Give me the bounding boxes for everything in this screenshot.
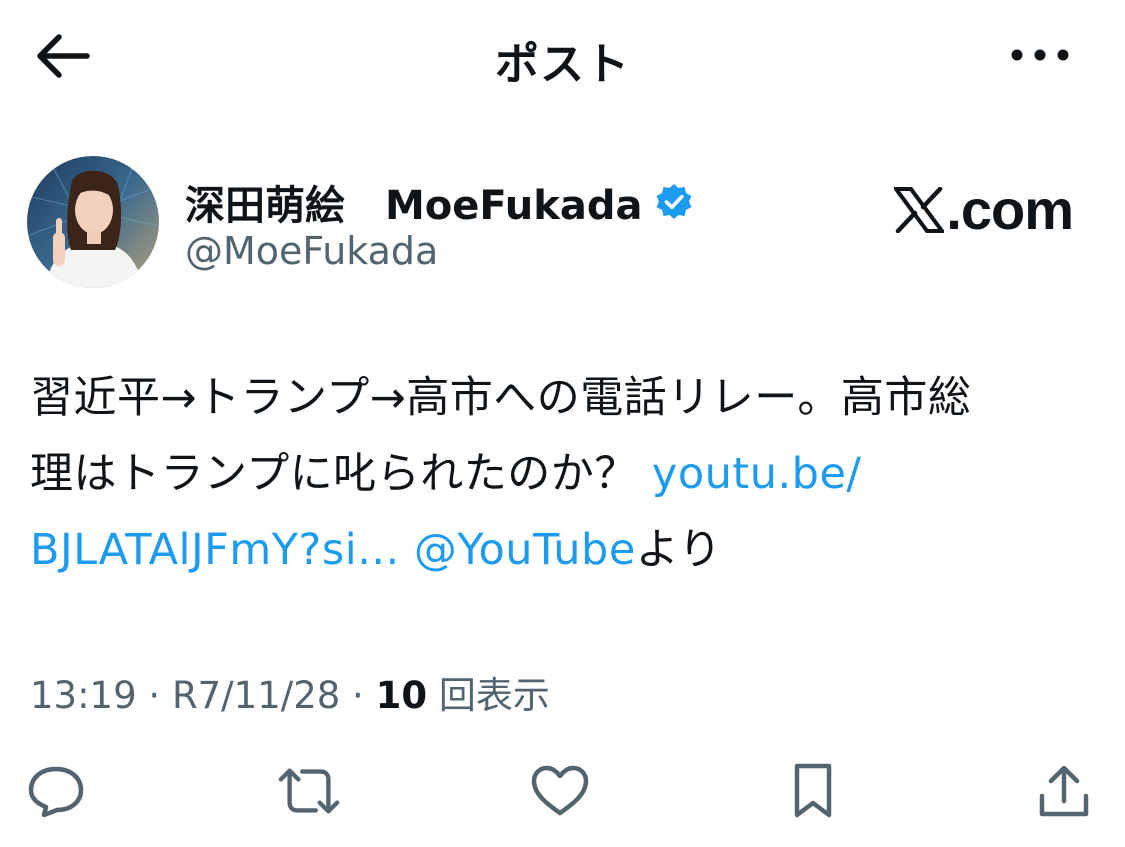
heart-icon [531,765,589,816]
views-label: 回表示 [427,674,550,717]
post-line-2: 理はトランプに叱られたのか？ youtu.be/ [30,436,1095,512]
share-button[interactable] [1032,762,1096,820]
post-time: 13:19 [30,674,137,717]
post-line-3: BJLATAlJFmY?si... @YouTubeより [30,512,1095,588]
youtube-mention[interactable]: @YouTube [414,525,636,575]
views-count[interactable]: 10 [376,674,428,717]
verified-badge-icon [656,184,692,219]
author-handle[interactable]: @MoeFukada [185,229,438,273]
reply-icon [28,766,84,818]
youtube-link-end[interactable]: BJLATAlJFmY?si... [30,525,400,575]
post-text-segment: 理はトランプに叱られたのか？ [30,449,652,499]
youtube-link-start[interactable]: youtu.be/ [652,449,862,499]
author-name-text: 深田萌絵 MoeFukada [185,183,643,229]
x-logo-icon [894,186,945,233]
avatar[interactable] [27,156,159,288]
profile-photo [27,156,159,288]
meta-separator: · [340,674,376,717]
share-icon [1039,765,1089,817]
meta-separator: · [136,674,172,717]
post-text-tail: より [635,525,722,575]
repost-icon [278,768,340,814]
bookmark-button[interactable] [781,762,845,820]
more-options-button[interactable] [1005,30,1075,80]
bookmark-icon [794,763,832,818]
x-com-watermark: .com [894,177,1074,242]
post-header: ポスト [0,0,1125,110]
like-button[interactable] [528,762,592,820]
post-space [400,525,414,575]
author-name[interactable]: 深田萌絵 MoeFukada [185,173,694,231]
more-horizontal-icon [1011,49,1069,61]
page-title: ポスト [495,39,630,90]
post-meta: 13:19 · R7/11/28 · 10 回表示 [30,665,550,719]
post-date: R7/11/28 [171,674,341,717]
reply-button[interactable] [24,762,88,820]
post-line-1: 習近平→トランプ→高市への電話リレー。高市総 [30,373,972,423]
post-body: 習近平→トランプ→高市への電話リレー。高市総 理はトランプに叱られたのか？ yo… [30,360,1095,588]
repost-button[interactable] [277,762,341,820]
watermark-text: .com [946,178,1074,241]
